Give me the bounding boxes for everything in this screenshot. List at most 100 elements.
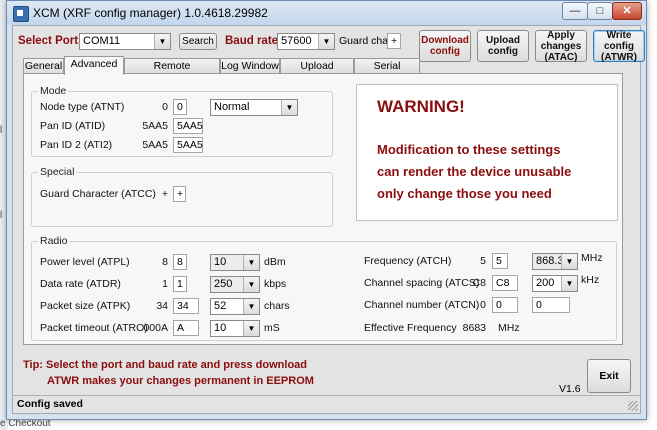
power-level-input[interactable]: 8 [173, 254, 187, 270]
node-type-select[interactable]: Normal ▼ [210, 99, 298, 116]
tab-log-window[interactable]: Log Window [220, 58, 280, 74]
warning-line: Modification to these settings [377, 142, 561, 157]
guard-char-input[interactable]: + [387, 33, 401, 49]
packet-timeout-current: 000A [143, 322, 168, 334]
channel-spacing-unit: kHz [581, 274, 600, 286]
power-level-unit: dBm [264, 256, 286, 268]
upload-config-button[interactable]: Upload config [477, 30, 529, 62]
special-group-title: Special [38, 166, 77, 178]
chevron-down-icon: ▼ [243, 255, 259, 270]
frequency-unit: MHz [581, 252, 603, 264]
data-rate-label: Data rate (ATDR) [40, 278, 121, 290]
baud-rate-label: Baud rate [225, 35, 279, 47]
tab-general[interactable]: General [23, 58, 64, 74]
special-group: Special Guard Character (ATCC) + + [31, 166, 333, 227]
mode-group-title: Mode [38, 85, 69, 97]
data-rate-current: 1 [162, 278, 168, 290]
search-button[interactable]: Search [179, 33, 217, 50]
channel-number-input[interactable]: 0 [492, 297, 518, 313]
pan-id-label: Pan ID (ATID) [40, 120, 106, 132]
guard-character-label: Guard Character (ATCC) [40, 188, 156, 200]
status-text: Config saved [17, 398, 83, 410]
packet-timeout-select[interactable]: 10 ▼ [210, 320, 260, 337]
chevron-down-icon: ▼ [561, 276, 577, 291]
frequency-current: 5 [480, 255, 486, 267]
status-bar: Config saved [13, 395, 640, 413]
packet-size-unit: chars [264, 300, 290, 312]
background-text: l [0, 125, 3, 136]
maximize-button[interactable]: □ [587, 2, 613, 20]
select-port-label: Select Port [18, 35, 79, 47]
power-level-current: 8 [162, 256, 168, 268]
packet-timeout-unit: mS [264, 322, 280, 334]
node-type-current: 0 [162, 101, 168, 113]
data-rate-select[interactable]: 250 ▼ [210, 276, 260, 293]
window-title: XCM (XRF config manager) 1.0.4618.29982 [33, 6, 268, 20]
chevron-down-icon: ▼ [243, 321, 259, 336]
radio-group-title: Radio [38, 235, 70, 247]
warning-box: WARNING! Modification to these settings … [356, 84, 618, 221]
mode-group: Mode Node type (ATNT) 0 0 Normal ▼ Pan I… [31, 85, 333, 157]
power-level-label: Power level (ATPL) [40, 256, 130, 268]
warning-line: can render the device unusable [377, 164, 572, 179]
frequency-select[interactable]: 868.3 ▼ [532, 253, 578, 270]
advanced-panel: Mode Node type (ATNT) 0 0 Normal ▼ Pan I… [23, 73, 623, 345]
baud-rate-select[interactable]: 57600 ▼ [277, 33, 335, 50]
tab-advanced[interactable]: Advanced [64, 56, 124, 75]
chevron-down-icon: ▼ [243, 299, 259, 314]
channel-spacing-select-value: 200 [536, 277, 555, 289]
node-type-select-value: Normal [214, 101, 250, 113]
data-rate-select-value: 250 [214, 278, 233, 290]
channel-number-label: Channel number (ATCN) [364, 299, 480, 311]
packet-size-select[interactable]: 52 ▼ [210, 298, 260, 315]
chevron-down-icon: ▼ [281, 100, 297, 115]
data-rate-input[interactable]: 1 [173, 276, 187, 292]
node-type-label: Node type (ATNT) [40, 101, 125, 113]
channel-spacing-current: C8 [472, 277, 486, 289]
tip-line-2: ATWR makes your changes permanent in EEP… [47, 375, 314, 387]
client-area: Select Port COM11 ▼ Search Baud rate 576… [12, 25, 645, 414]
channel-number-input-2[interactable]: 0 [532, 297, 570, 313]
packet-timeout-select-value: 10 [214, 322, 227, 334]
channel-spacing-select[interactable]: 200 ▼ [532, 275, 578, 292]
channel-spacing-label: Channel spacing (ATCS) [364, 277, 480, 289]
minimize-button[interactable]: — [562, 2, 588, 20]
pan-id2-input[interactable]: 5AA5 [173, 137, 203, 153]
app-icon [13, 6, 29, 22]
packet-size-current: 34 [156, 300, 168, 312]
baud-rate-value: 57600 [281, 35, 312, 47]
chevron-down-icon: ▼ [154, 34, 170, 49]
tip-line-1: Tip: Select the port and baud rate and p… [23, 359, 308, 371]
power-level-select[interactable]: 10 ▼ [210, 254, 260, 271]
write-config-button[interactable]: Write config (ATWR) [593, 30, 645, 63]
radio-group: Radio Power level (ATPL) 8 8 10 ▼ dBm Da… [31, 235, 617, 341]
resize-grip-icon[interactable] [628, 401, 638, 411]
node-type-input[interactable]: 0 [173, 99, 187, 115]
warning-title: WARNING! [377, 97, 465, 116]
guard-character-input[interactable]: + [173, 186, 186, 202]
port-select-value: COM11 [83, 35, 121, 47]
tab-serial-monitor[interactable]: Serial Monitor [354, 58, 420, 86]
port-select[interactable]: COM11 ▼ [79, 33, 171, 50]
title-bar[interactable]: XCM (XRF config manager) 1.0.4618.29982 … [7, 1, 646, 25]
packet-size-label: Packet size (ATPK) [40, 300, 131, 312]
exit-button[interactable]: Exit [587, 359, 631, 393]
frequency-select-value: 868.3 [536, 255, 564, 267]
version-label: V1.6 [559, 383, 581, 395]
tab-remote-programming[interactable]: Remote Programming [124, 58, 220, 86]
chevron-down-icon: ▼ [561, 254, 577, 269]
frequency-input[interactable]: 5 [492, 253, 508, 269]
download-config-button[interactable]: Download config [419, 30, 471, 62]
close-button[interactable]: ✕ [612, 2, 642, 20]
pan-id2-label: Pan ID 2 (ATI2) [40, 139, 113, 151]
effective-frequency-value: 8683 [462, 322, 486, 334]
pan-id-input[interactable]: 5AA5 [173, 118, 203, 134]
channel-number-current: 0 [480, 299, 486, 311]
tab-upload-firmware[interactable]: Upload Firmware [280, 58, 354, 86]
packet-size-input[interactable]: 34 [173, 298, 199, 314]
packet-timeout-input[interactable]: A [173, 320, 199, 336]
guard-character-current: + [161, 188, 168, 200]
apply-changes-button[interactable]: Apply changes (ATAC) [535, 30, 587, 63]
pan-id2-current: 5AA5 [142, 139, 168, 151]
channel-spacing-input[interactable]: C8 [492, 275, 518, 291]
